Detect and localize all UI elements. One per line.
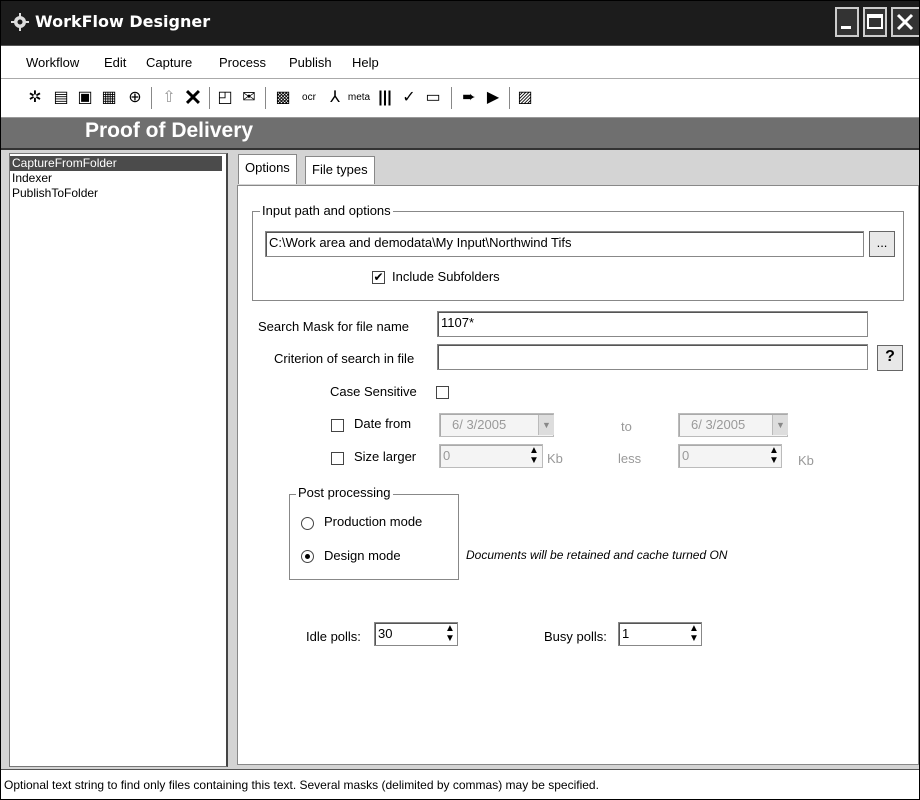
- toolbar: ✲ ▤ ▣ ▦ ⊕ ⇧ ✕ ◰ ✉ ▩ ocr ⅄ meta ||| ✓ ▭ ➨…: [1, 79, 919, 118]
- mail-icon[interactable]: ✉: [239, 88, 259, 108]
- form-icon[interactable]: ▭: [423, 88, 443, 108]
- step-indexer[interactable]: Indexer: [10, 171, 52, 186]
- lock-icon[interactable]: ⊕: [125, 88, 145, 108]
- design-mode-label: Design mode: [324, 548, 401, 563]
- menu-workflow[interactable]: Workflow: [26, 55, 79, 70]
- save-as-icon[interactable]: ▦: [99, 88, 119, 108]
- step-publish-to-folder[interactable]: PublishToFolder: [10, 186, 98, 201]
- new-workflow-icon[interactable]: ✲: [25, 88, 45, 108]
- date-from-dropdown-icon[interactable]: ▼: [538, 415, 554, 435]
- design-mode-note: Documents will be retained and cache tur…: [466, 548, 728, 562]
- menu-process[interactable]: Process: [219, 55, 266, 70]
- publish-icon[interactable]: ▶: [483, 88, 503, 108]
- include-subfolders-label: Include Subfolders: [392, 269, 500, 284]
- menu-edit[interactable]: Edit: [104, 55, 126, 70]
- search-mask-label: Search Mask for file name: [258, 319, 410, 334]
- idle-polls-spinner-icon[interactable]: ▲ ▼: [442, 624, 458, 644]
- open-icon[interactable]: ▤: [51, 88, 71, 108]
- maximize-button[interactable]: [863, 7, 887, 37]
- size-larger-label: Size larger: [354, 449, 417, 464]
- date-to-label: to: [621, 419, 632, 434]
- idle-polls-label: Idle polls:: [306, 629, 361, 644]
- toolbar-separator: [265, 87, 266, 109]
- tab-options[interactable]: Options: [238, 154, 297, 184]
- size-less-label: less: [618, 451, 642, 466]
- browse-button[interactable]: ...: [869, 231, 895, 257]
- window-title: WorkFlow Designer: [35, 12, 211, 31]
- ocr-icon[interactable]: ocr: [299, 88, 319, 108]
- workflow-steps-list: CaptureFromFolder Indexer PublishToFolde…: [9, 153, 228, 767]
- save-icon[interactable]: ▣: [75, 88, 95, 108]
- date-to-dropdown-icon[interactable]: ▼: [772, 415, 788, 435]
- date-from-picker[interactable]: 6/ 3/2005: [439, 413, 554, 437]
- close-button[interactable]: [891, 7, 919, 37]
- criterion-field[interactable]: [437, 344, 868, 370]
- toolbar-separator: [151, 87, 152, 109]
- input-path-legend: Input path and options: [260, 203, 393, 218]
- status-text: Optional text string to find only files …: [4, 778, 599, 792]
- options-panel: Options File types Input path and option…: [231, 151, 919, 765]
- menu-publish[interactable]: Publish: [289, 55, 332, 70]
- tab-file-types[interactable]: File types: [305, 156, 375, 184]
- preview-icon[interactable]: ▨: [515, 88, 535, 108]
- busy-polls-spinner-icon[interactable]: ▲ ▼: [686, 624, 702, 644]
- search-mask-field[interactable]: 1107*: [437, 311, 868, 337]
- design-mode-radio[interactable]: [301, 550, 314, 563]
- menu-help[interactable]: Help: [352, 55, 379, 70]
- toolbar-separator: [451, 87, 452, 109]
- production-mode-radio[interactable]: [301, 517, 314, 530]
- app-gear-icon: [11, 13, 29, 31]
- status-bar: Optional text string to find only files …: [1, 769, 919, 799]
- date-to-value: 6/ 3/2005: [691, 417, 746, 432]
- menu-capture[interactable]: Capture: [146, 55, 192, 70]
- toolbar-separator: [209, 87, 210, 109]
- date-from-value: 6/ 3/2005: [452, 417, 507, 432]
- workflow-designer-window: WorkFlow Designer Workflow Edit Capture …: [0, 0, 920, 800]
- workflow-name: Proof of Delivery: [85, 119, 254, 142]
- folder-icon[interactable]: ◰: [215, 88, 235, 108]
- criterion-label: Criterion of search in file: [274, 351, 415, 366]
- barcode-icon[interactable]: |||: [375, 88, 395, 108]
- size-unit-2: Kb: [798, 453, 814, 468]
- step-capture-from-folder[interactable]: CaptureFromFolder: [10, 156, 222, 171]
- size-unit-1: Kb: [547, 451, 563, 466]
- case-sensitive-label: Case Sensitive: [330, 384, 417, 399]
- options-tab-content: Input path and options C:\Work area and …: [237, 185, 919, 765]
- date-from-label: Date from: [354, 416, 412, 431]
- pdf-icon[interactable]: ⅄: [325, 88, 345, 108]
- workflow-banner: Proof of Delivery: [1, 118, 919, 150]
- help-button[interactable]: ?: [877, 345, 903, 371]
- delete-icon[interactable]: ✕: [183, 87, 203, 109]
- meta-icon[interactable]: meta: [348, 88, 370, 108]
- production-mode-label: Production mode: [324, 514, 423, 529]
- export-icon[interactable]: ➨: [459, 88, 479, 108]
- size-larger-checkbox[interactable]: [331, 452, 344, 465]
- post-processing-group: [289, 494, 459, 580]
- menu-bar: Workflow Edit Capture Process Publish He…: [1, 46, 919, 79]
- case-sensitive-checkbox[interactable]: [436, 386, 449, 399]
- toolbar-separator: [509, 87, 510, 109]
- size-larger-spinner-icon[interactable]: ▲ ▼: [526, 446, 542, 466]
- size-less-spinner-icon[interactable]: ▲ ▼: [766, 446, 782, 466]
- minimize-button[interactable]: [835, 7, 859, 37]
- date-from-checkbox[interactable]: [331, 419, 344, 432]
- up-arrow-icon[interactable]: ⇧: [159, 88, 179, 108]
- post-processing-legend: Post processing: [296, 485, 393, 500]
- include-subfolders-checkbox[interactable]: ✔: [372, 271, 385, 284]
- scan-icon[interactable]: ▩: [273, 88, 293, 108]
- busy-polls-label: Busy polls:: [544, 629, 607, 644]
- input-path-field[interactable]: C:\Work area and demodata\My Input\North…: [265, 231, 864, 257]
- title-bar: WorkFlow Designer: [1, 1, 919, 46]
- index-icon[interactable]: ✓: [399, 88, 419, 108]
